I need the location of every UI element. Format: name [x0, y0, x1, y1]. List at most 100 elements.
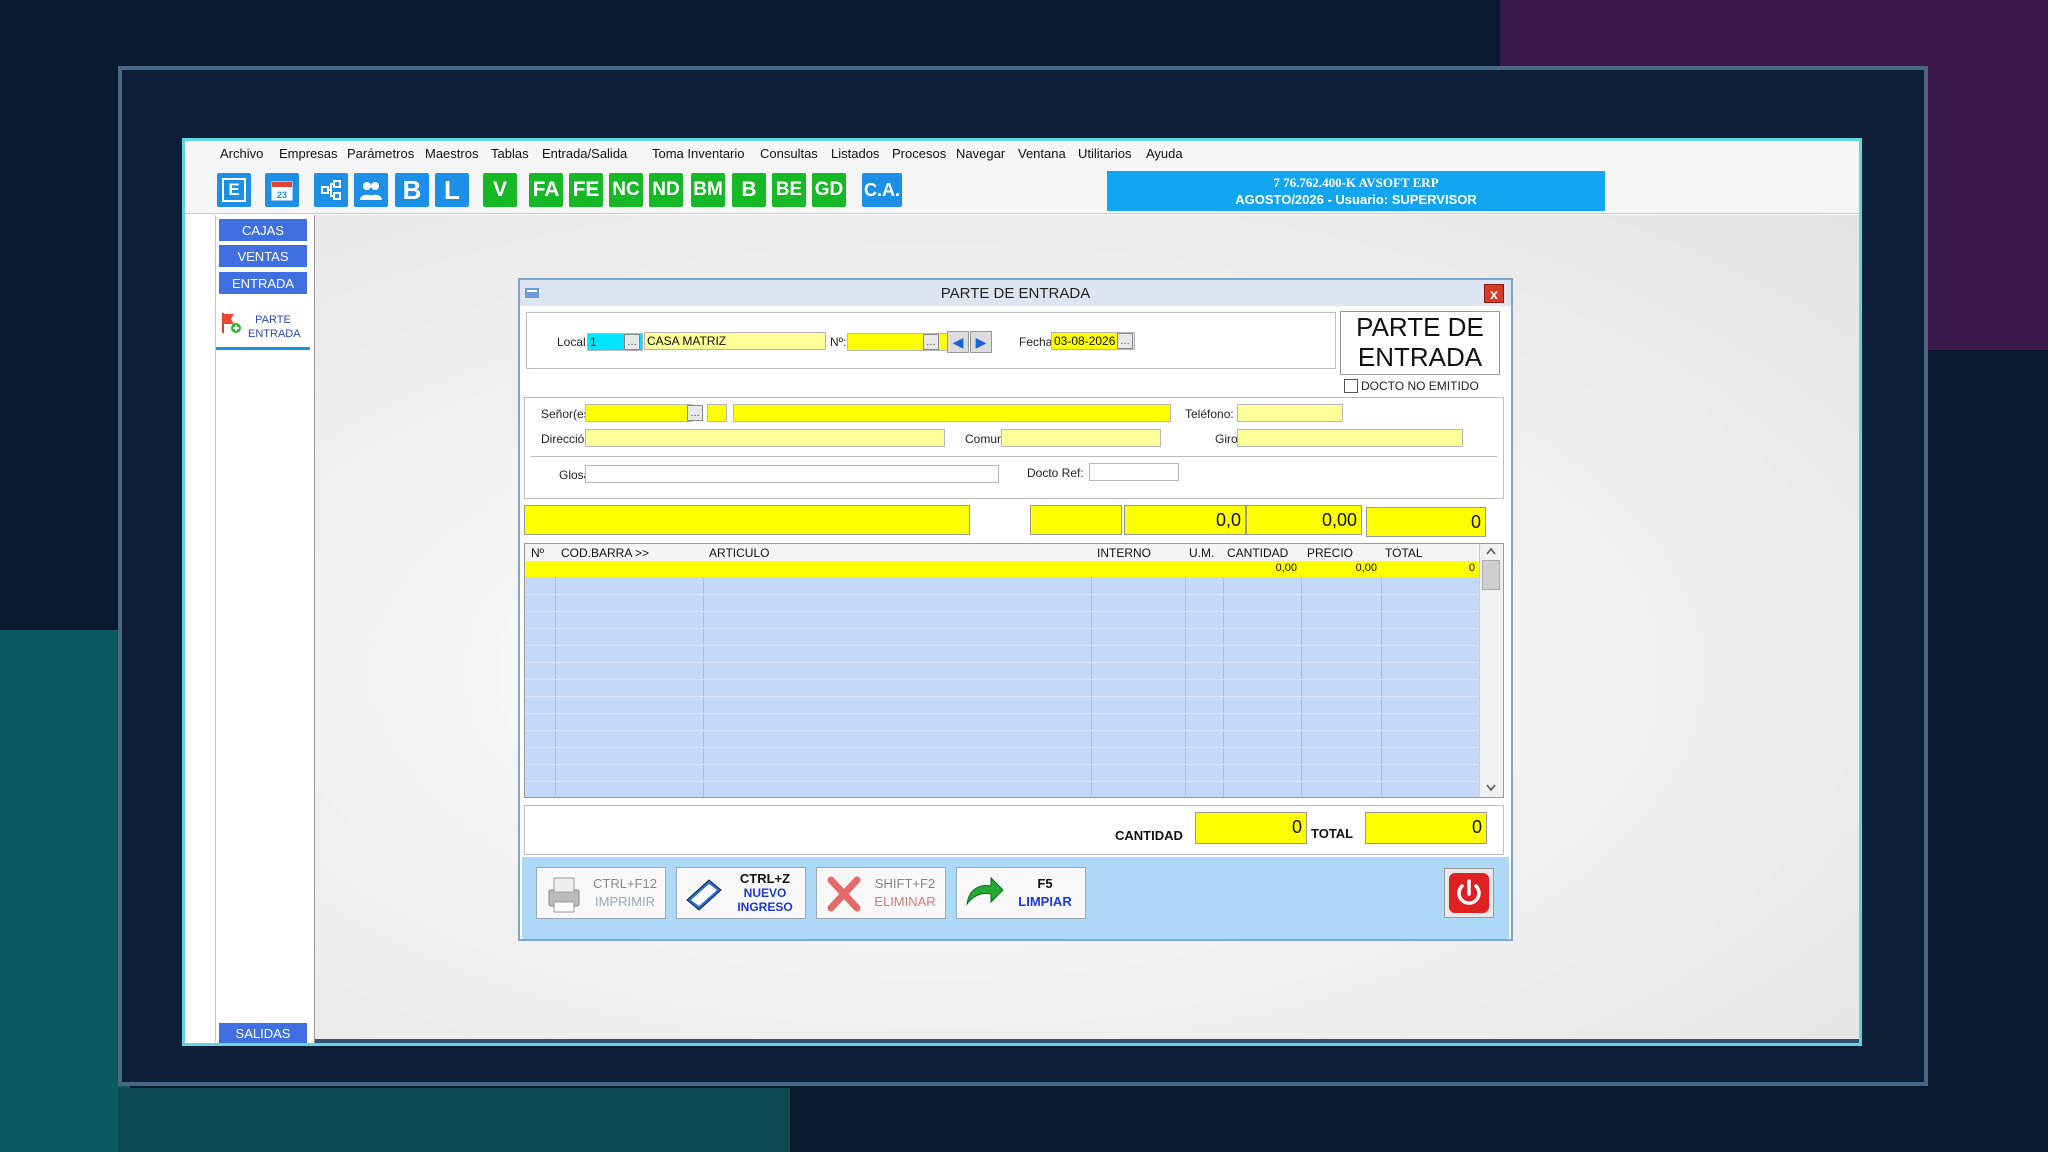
entry-qty-input[interactable]: 0,0: [1124, 505, 1246, 535]
exit-button[interactable]: [1444, 868, 1494, 918]
total-label: TOTAL: [1311, 826, 1354, 841]
nav-next-button[interactable]: ▶: [970, 331, 992, 353]
menu-listados[interactable]: Listados: [831, 146, 879, 161]
menu-ayuda[interactable]: Ayuda: [1146, 146, 1183, 161]
toolbar-e-button[interactable]: E: [217, 173, 251, 207]
toolbar-bm-button[interactable]: BM: [691, 173, 725, 207]
background-accent-teal-bottom: [118, 1088, 790, 1152]
glosa-input[interactable]: [585, 465, 999, 483]
comuna-input[interactable]: [1001, 429, 1161, 447]
docto-ref-label: Docto Ref:: [1027, 466, 1084, 480]
client-panel: Señor(es): … Teléfono: Dirección: Comuna…: [524, 397, 1504, 499]
items-grid[interactable]: Nº COD.BARRA >> ARTICULO INTERNO U.M. CA…: [524, 543, 1504, 798]
col-header-um[interactable]: U.M.: [1189, 546, 1214, 560]
col-header-numero[interactable]: Nº: [531, 546, 544, 560]
article-entry-input[interactable]: [524, 505, 970, 535]
local-lookup-button[interactable]: …: [624, 334, 640, 350]
grid-scrollbar[interactable]: [1479, 544, 1503, 797]
sidebar-item-cajas[interactable]: CAJAS: [219, 219, 307, 241]
toolbar-calendar-button[interactable]: 23: [265, 173, 299, 207]
company-banner: 7 76.762.400-K AVSOFT ERP AGOSTO/2026 - …: [1107, 171, 1605, 211]
col-header-precio[interactable]: PRECIO: [1307, 546, 1353, 560]
status-strip: [315, 1039, 1859, 1043]
menu-empresas[interactable]: Empresas: [279, 146, 338, 161]
menu-utilitarios[interactable]: Utilitarios: [1078, 146, 1131, 161]
cliente-lookup-button[interactable]: …: [687, 405, 703, 421]
nav-right-icon: ▶: [975, 333, 987, 350]
entry-price-input[interactable]: 0,00: [1246, 505, 1362, 535]
menu-procesos[interactable]: Procesos: [892, 146, 946, 161]
totals-panel: CANTIDAD 0 TOTAL 0: [524, 805, 1504, 855]
grid-row-line: [525, 594, 1479, 595]
toolbar-fe-button[interactable]: FE: [569, 173, 603, 207]
toolbar-fa-button[interactable]: FA: [529, 173, 563, 207]
menu-tablas[interactable]: Tablas: [491, 146, 529, 161]
table-row[interactable]: 0,00 0,00 0: [525, 561, 1479, 577]
docto-ref-input[interactable]: [1089, 463, 1179, 481]
close-button[interactable]: x: [1484, 284, 1504, 303]
scroll-thumb[interactable]: [1482, 560, 1500, 590]
telefono-label: Teléfono:: [1185, 407, 1234, 421]
giro-input[interactable]: [1237, 429, 1463, 447]
toolbar-ca-button[interactable]: C.A.: [862, 173, 902, 207]
toolbar-users-button[interactable]: [354, 173, 388, 207]
docto-no-emitido-checkbox[interactable]: [1344, 379, 1358, 393]
toolbar-b-button[interactable]: B: [395, 173, 429, 207]
menu-ventana[interactable]: Ventana: [1018, 146, 1066, 161]
cell-total: 0: [1468, 562, 1475, 574]
new-entry-button[interactable]: CTRL+Z NUEVO INGRESO: [676, 867, 806, 919]
nav-prev-button[interactable]: ◀: [947, 331, 969, 353]
menu-maestros[interactable]: Maestros: [425, 146, 478, 161]
direccion-input[interactable]: [585, 429, 945, 447]
cliente-dv-input[interactable]: [707, 404, 727, 422]
toolbar-nc-button[interactable]: NC: [609, 173, 643, 207]
menu-parametros[interactable]: Parámetros: [347, 146, 414, 161]
notebook-icon: [686, 879, 722, 911]
toolbar-b-green-button[interactable]: B: [732, 173, 766, 207]
delete-button[interactable]: SHIFT+F2 ELIMINAR: [816, 867, 946, 919]
cell-cantidad: 0,00: [1275, 562, 1297, 574]
sidebar-subitem-parte-entrada[interactable]: PARTE ENTRADA: [216, 307, 312, 351]
sidebar: CAJAS VENTAS ENTRADA PARTE ENTRADA SALID…: [215, 215, 316, 1043]
menu-toma-inventario[interactable]: Toma Inventario: [652, 146, 745, 161]
document-type-title: PARTE DE ENTRADA: [1340, 311, 1500, 375]
toolbar-nd-button[interactable]: ND: [649, 173, 683, 207]
toolbar-v-button[interactable]: V: [483, 173, 517, 207]
toolbar-gd-button[interactable]: GD: [812, 173, 846, 207]
numero-lookup-button[interactable]: …: [923, 334, 939, 350]
sidebar-item-ventas[interactable]: VENTAS: [219, 245, 307, 267]
print-button[interactable]: CTRL+F12 IMPRIMIR: [536, 867, 666, 919]
col-header-cantidad[interactable]: CANTIDAD: [1227, 546, 1288, 560]
menu-consultas[interactable]: Consultas: [760, 146, 818, 161]
menu-entrada-salida[interactable]: Entrada/Salida: [542, 146, 627, 161]
refresh-arrow-icon: [966, 876, 1004, 906]
cliente-nombre-input[interactable]: [733, 404, 1171, 422]
clear-button[interactable]: F5 LIMPIAR: [956, 867, 1086, 919]
grid-row-line: [525, 662, 1479, 663]
toolbar-tree-button[interactable]: [314, 173, 348, 207]
tree-icon: [321, 180, 341, 200]
menu-archivo[interactable]: Archivo: [220, 146, 263, 161]
company-id: 7 76.762.400-K AVSOFT ERP: [1273, 175, 1439, 190]
dialog-titlebar[interactable]: PARTE DE ENTRADA x: [520, 280, 1511, 306]
article-code-input[interactable]: [1030, 505, 1122, 535]
fecha-picker-button[interactable]: …: [1117, 333, 1133, 349]
grid-row-line: [525, 679, 1479, 680]
col-header-cod-barra[interactable]: COD.BARRA >>: [561, 546, 649, 560]
cantidad-total-label: CANTIDAD: [1115, 828, 1183, 843]
col-header-articulo[interactable]: ARTICULO: [709, 546, 769, 560]
toolbar-be-button[interactable]: BE: [772, 173, 806, 207]
sidebar-item-entrada[interactable]: ENTRADA: [219, 272, 307, 294]
printer-icon: [548, 877, 580, 913]
sidebar-subitem-underline: [216, 347, 310, 350]
power-icon: [1449, 873, 1489, 913]
sidebar-item-salidas[interactable]: SALIDAS: [219, 1023, 307, 1043]
parte-entrada-icon: [222, 313, 241, 333]
telefono-input[interactable]: [1237, 404, 1343, 422]
col-header-interno[interactable]: INTERNO: [1097, 546, 1151, 560]
col-header-total[interactable]: TOTAL: [1385, 546, 1423, 560]
cliente-rut-input[interactable]: [585, 404, 693, 422]
menu-navegar[interactable]: Navegar: [956, 146, 1005, 161]
action-bar: CTRL+F12 IMPRIMIR CTRL+Z NUEVO INGRESO S…: [522, 857, 1509, 939]
toolbar-l-button[interactable]: L: [435, 173, 469, 207]
